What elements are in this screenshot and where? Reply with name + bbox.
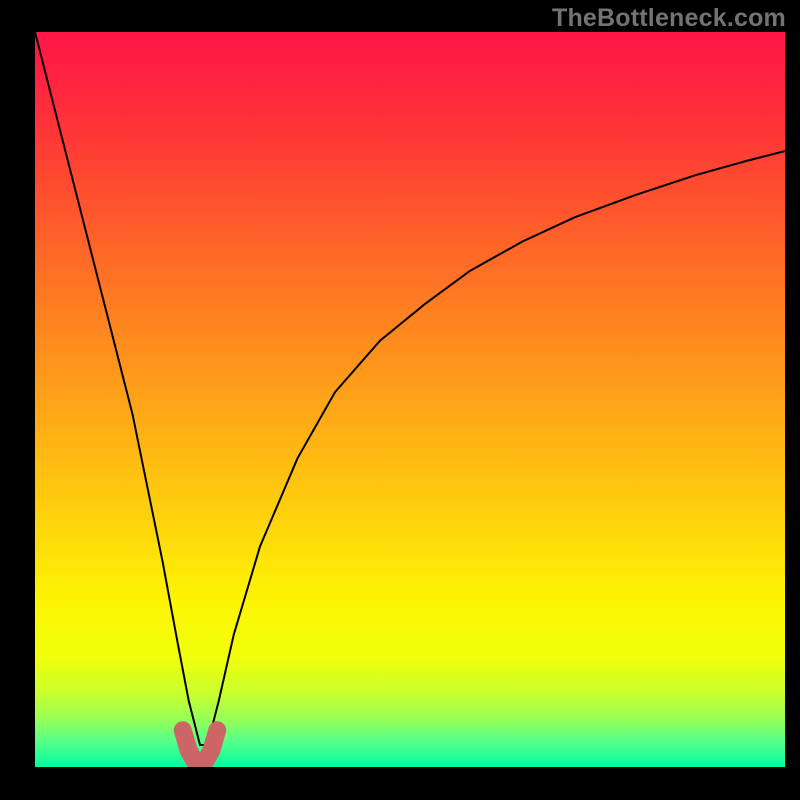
chart-canvas: [35, 32, 785, 767]
gradient-background: [35, 32, 785, 767]
watermark-text: TheBottleneck.com: [552, 4, 786, 33]
plot-area: [35, 32, 785, 767]
chart-frame: TheBottleneck.com: [0, 0, 800, 800]
